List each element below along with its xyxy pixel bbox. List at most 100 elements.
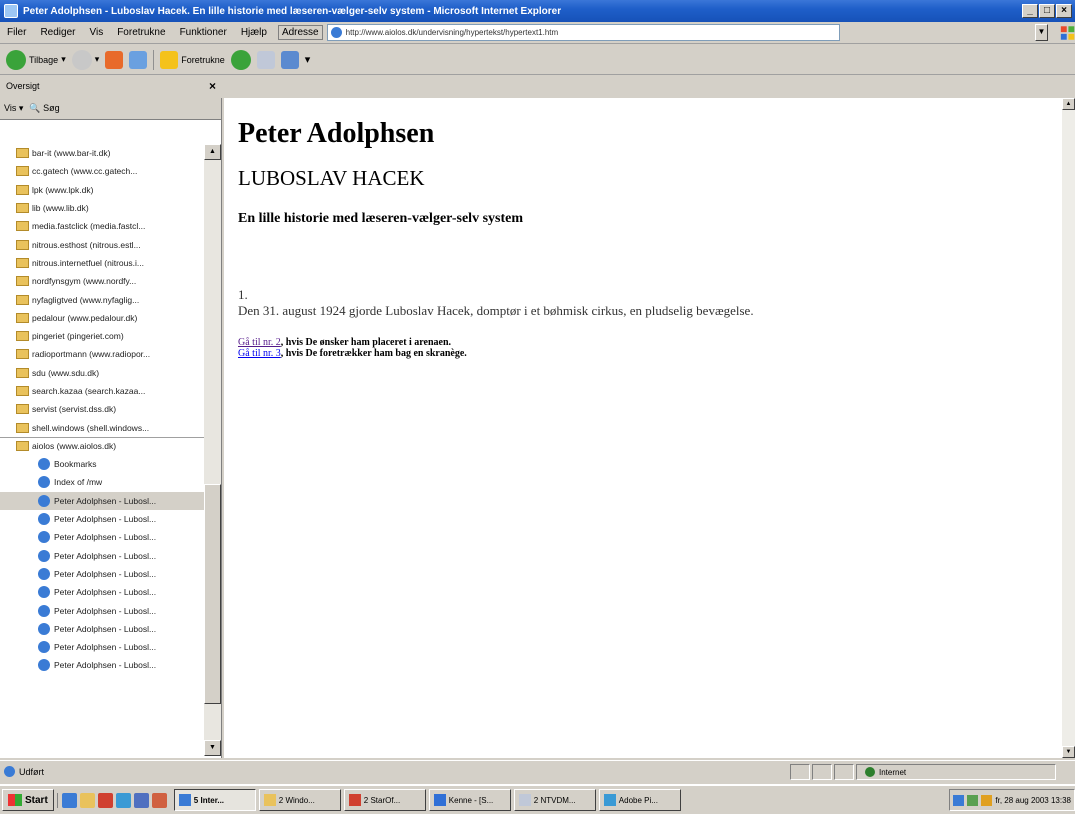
history-page-item[interactable]: Peter Adolphsen - Lubosl... [0, 601, 204, 619]
stop-icon[interactable] [105, 50, 124, 69]
page-scroll-down[interactable]: ▼ [1062, 746, 1075, 758]
folder-icon [16, 239, 29, 250]
menu-bar: Filer Rediger Vis Foretrukne Funktioner … [0, 22, 1075, 44]
history-site-folder[interactable]: radioportmann (www.radiopor... [0, 345, 204, 363]
taskbar-button[interactable]: 5 Inter... [173, 789, 256, 811]
folder-icon [16, 257, 29, 268]
done-icon [4, 766, 15, 777]
scroll-down-arrow[interactable]: ▼ [204, 740, 221, 756]
refresh-icon[interactable] [129, 50, 148, 69]
history-page-item[interactable]: Peter Adolphsen - Lubosl... [0, 510, 204, 528]
minimize-button[interactable]: _ [1022, 4, 1038, 18]
forward-button[interactable]: ▾ [71, 49, 99, 70]
menu-tools[interactable]: Funktioner [173, 27, 234, 38]
history-page-item[interactable]: Peter Adolphsen - Lubosl... [0, 656, 204, 674]
scroll-up-arrow[interactable]: ▲ [204, 144, 221, 160]
history-page-item[interactable]: Peter Adolphsen - Lubosl... [0, 638, 204, 656]
history-site-folder[interactable]: servist (servist.dss.dk) [0, 400, 204, 418]
desktop-quicklaunch-icon[interactable] [133, 792, 149, 808]
page-scrollbar[interactable]: ▲ ▼ [1062, 98, 1075, 758]
history-item-label: nyfagligtved (www.nyfaglig... [32, 294, 140, 305]
history-page-item[interactable]: Bookmarks [0, 455, 204, 473]
forward-arrow-icon [71, 49, 92, 70]
edit-icon[interactable] [280, 50, 299, 69]
folder-quicklaunch-icon[interactable] [79, 792, 95, 808]
ie-quicklaunch-icon[interactable] [61, 792, 77, 808]
address-field[interactable]: http://www.aiolos.dk/undervisning/hypert… [326, 24, 840, 41]
history-item-label: nordfynsgym (www.nordfy... [32, 276, 137, 287]
tray-network-icon[interactable] [953, 794, 965, 806]
taskbar-button[interactable]: Adobe Pi... [598, 789, 681, 811]
history-site-folder[interactable]: lpk (www.lpk.dk) [0, 181, 204, 199]
page-author: Peter Adolphsen [238, 118, 435, 149]
page-icon [38, 513, 50, 526]
view-menu-button[interactable]: Vis ▾ [4, 103, 23, 114]
history-page-item[interactable]: Peter Adolphsen - Lubosl... [0, 620, 204, 638]
favorites-button[interactable]: Foretrukne [160, 50, 225, 69]
taskbar-button[interactable]: 2 Windo... [258, 789, 341, 811]
menu-view[interactable]: Vis [82, 27, 110, 38]
history-site-folder[interactable]: lib (www.lib.dk) [0, 199, 204, 217]
menu-favorites[interactable]: Foretrukne [110, 27, 172, 38]
taskbar-button[interactable]: 2 StarOf... [343, 789, 426, 811]
history-site-folder[interactable]: nyfagligtved (www.nyfaglig... [0, 290, 204, 308]
history-page-item[interactable]: Peter Adolphsen - Lubosl... [0, 547, 204, 565]
windows-flag-icon [8, 794, 22, 806]
history-page-item[interactable]: Peter Adolphsen - Lubosl... [0, 583, 204, 601]
goto-3-link[interactable]: Gå til nr. 3 [238, 348, 281, 359]
history-page-item[interactable]: Peter Adolphsen - Lubosl... [0, 528, 204, 546]
media-quicklaunch-icon[interactable] [115, 792, 131, 808]
office-quicklaunch-icon[interactable] [151, 792, 167, 808]
history-site-folder[interactable]: cc.gatech (www.cc.gatech... [0, 162, 204, 180]
history-site-folder[interactable]: search.kazaa (search.kazaa... [0, 382, 204, 400]
taskbar-button[interactable]: Kenne - [S... [428, 789, 511, 811]
folder-icon [16, 386, 29, 396]
address-dropdown-button[interactable]: ▼ [1034, 24, 1048, 41]
history-site-folder[interactable]: shell.windows (shell.windows... [0, 418, 204, 436]
history-item-label: nitrous.esthost (nitrous.estl... [32, 239, 141, 250]
close-button[interactable]: × [1056, 4, 1072, 18]
back-button[interactable]: Tilbage ▾ [6, 49, 66, 70]
media-icon[interactable] [230, 49, 251, 70]
folder-icon [16, 166, 29, 177]
panel-close-button[interactable]: × [209, 79, 216, 93]
menu-file[interactable]: Filer [0, 27, 33, 38]
history-site-folder[interactable]: sdu (www.sdu.dk) [0, 364, 204, 382]
scroll-thumb[interactable] [204, 484, 221, 704]
history-site-folder[interactable]: pingeriet (pingeriet.com) [0, 327, 204, 345]
app-quicklaunch-icon[interactable] [97, 792, 113, 808]
task-app-icon [603, 794, 616, 806]
taskbar-button[interactable]: 2 NTVDM... [513, 789, 596, 811]
tray-app-icon[interactable] [967, 794, 979, 806]
panel-toolbar: Vis ▾ 🔍 Søg [0, 98, 221, 120]
history-site-folder[interactable]: nitrous.internetfuel (nitrous.i... [0, 254, 204, 272]
tray-volume-icon[interactable] [981, 794, 993, 806]
page-scroll-up[interactable]: ▲ [1062, 98, 1075, 110]
history-site-folder[interactable]: nordfynsgym (www.nordfy... [0, 272, 204, 290]
maximize-button[interactable]: □ [1039, 4, 1055, 18]
history-item-label: bar-it (www.bar-it.dk) [32, 148, 111, 159]
print-icon[interactable] [256, 50, 275, 69]
history-item-label: Peter Adolphsen - Lubosl... [54, 532, 157, 543]
menu-edit[interactable]: Rediger [33, 27, 82, 38]
history-site-folder[interactable]: aiolos (www.aiolos.dk) [0, 436, 204, 455]
history-page-item[interactable]: Index of /mw [0, 473, 204, 491]
goto-2-link[interactable]: Gå til nr. 2 [238, 337, 281, 348]
page-content: Peter Adolphsen LUBOSLAV HACEK En lille … [224, 98, 1062, 758]
panel-scrollbar[interactable]: ▲ ▼ [204, 144, 221, 756]
globe-icon [865, 767, 875, 777]
history-site-folder[interactable]: nitrous.esthost (nitrous.estl... [0, 235, 204, 253]
history-item-label: sdu (www.sdu.dk) [32, 367, 100, 378]
search-button[interactable]: 🔍 Søg [29, 103, 59, 114]
history-site-folder[interactable]: media.fastclick (media.fastcl... [0, 217, 204, 235]
folder-icon [16, 276, 29, 287]
clock: fr, 28 aug 2003 13:38 [995, 795, 1071, 805]
start-button[interactable]: Start [2, 789, 54, 811]
history-site-folder[interactable]: pedalour (www.pedalour.dk) [0, 309, 204, 327]
history-page-item[interactable]: Peter Adolphsen - Lubosl... [0, 565, 204, 583]
history-site-folder[interactable]: bar-it (www.bar-it.dk) [0, 144, 204, 162]
task-app-icon [263, 794, 276, 806]
history-page-item[interactable]: Peter Adolphsen - Lubosl... [0, 491, 204, 510]
menu-help[interactable]: Hjælp [234, 27, 274, 38]
history-item-label: media.fastclick (media.fastcl... [32, 221, 146, 232]
